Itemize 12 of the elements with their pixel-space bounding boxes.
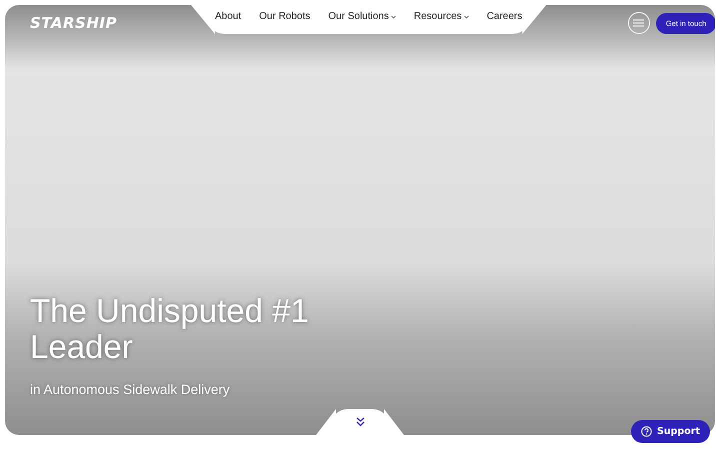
nav-link[interactable]: About xyxy=(215,5,242,22)
nav-link[interactable]: Resources xyxy=(414,5,469,22)
menu-button[interactable] xyxy=(628,12,650,34)
hero-title: The Undisputed #1 Leader xyxy=(30,293,310,365)
support-button[interactable]: Support xyxy=(631,420,710,443)
help-icon xyxy=(641,426,652,437)
nav-link[interactable]: Our Robots xyxy=(259,5,310,22)
chevrons-down-icon xyxy=(356,417,364,427)
nav-link[interactable]: Careers xyxy=(486,5,522,22)
nav-link[interactable]: Our Solutions xyxy=(328,5,396,22)
menu-icon xyxy=(633,19,644,27)
hero-subtitle: in Autonomous Sidewalk Delivery xyxy=(30,382,231,397)
